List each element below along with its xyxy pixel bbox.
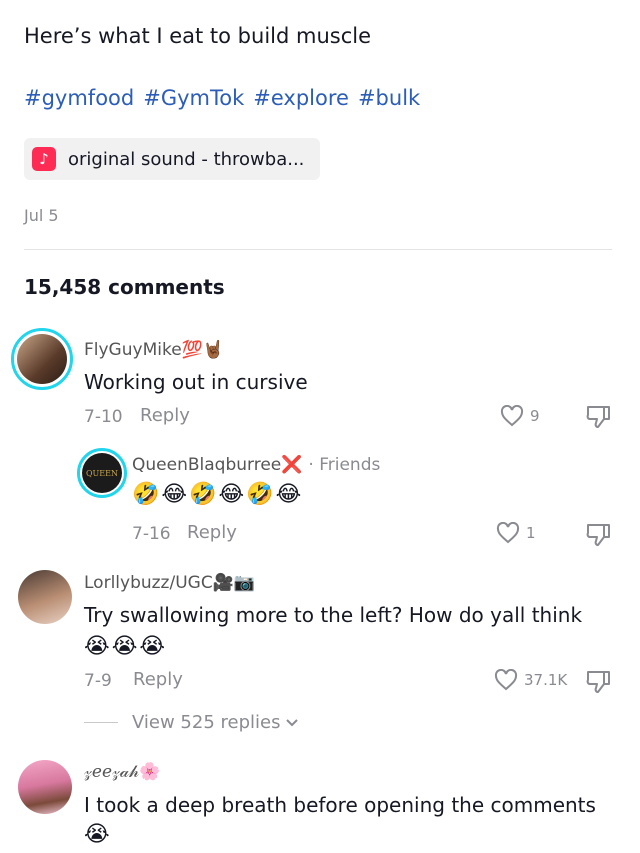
comment-date: 7-16: [132, 524, 171, 544]
avatar-image: QUEEN: [82, 453, 122, 493]
chevron-down-icon: [286, 718, 299, 726]
avatar[interactable]: [11, 328, 73, 390]
like-button[interactable]: 9: [500, 405, 540, 427]
comment-text: Working out in cursive: [84, 370, 308, 394]
heart-icon: [494, 669, 518, 691]
friends-tag: · Friends: [308, 455, 381, 475]
dislike-button[interactable]: [584, 404, 612, 430]
dislike-button[interactable]: [584, 522, 612, 548]
comment-username[interactable]: FlyGuyMike💯🤘🏾: [84, 340, 224, 360]
post-caption: Here’s what I eat to build muscle: [24, 24, 372, 48]
comment-username[interactable]: 𝓏𝑒𝑒𝓏𝒶𝒽🌸: [84, 762, 160, 782]
thumbs-down-icon: [586, 524, 610, 546]
comment-username[interactable]: Lorllybuzz/UGC🎥📷: [84, 573, 255, 593]
comment-date: 7-9: [84, 671, 112, 691]
view-replies-button[interactable]: View 525 replies: [84, 712, 300, 733]
comment-username[interactable]: QueenBlaqburree❌: [132, 455, 302, 475]
thumbs-down-icon: [586, 671, 610, 693]
avatar[interactable]: [18, 760, 72, 814]
comment-text: Try swallowing more to the left? How do …: [84, 603, 583, 627]
like-count: 1: [526, 524, 536, 542]
divider: [84, 722, 118, 723]
divider: [24, 249, 612, 250]
reply-button[interactable]: Reply: [140, 405, 190, 426]
like-button[interactable]: 1: [496, 522, 536, 544]
thumbs-down-icon: [586, 406, 610, 428]
dislike-button[interactable]: [584, 669, 612, 695]
hashtag-gymfood[interactable]: #gymfood: [24, 86, 134, 110]
sound-label: original sound - throwba...: [68, 148, 305, 170]
like-count: 9: [530, 407, 540, 425]
hashtags: #gymfood #GymTok #explore #bulk: [24, 86, 420, 110]
music-note-icon: ♪: [32, 147, 56, 171]
hashtag-gymtok[interactable]: #GymTok: [143, 86, 244, 110]
avatar-logo-text: QUEEN: [86, 468, 118, 478]
avatar[interactable]: QUEEN: [77, 448, 127, 498]
heart-icon: [500, 405, 524, 427]
comment-emoji: 😭: [84, 822, 112, 847]
reply-button[interactable]: Reply: [133, 669, 183, 690]
hashtag-explore[interactable]: #explore: [253, 86, 349, 110]
reply-button[interactable]: Reply: [187, 522, 237, 543]
comment-text: I took a deep breath before opening the …: [84, 793, 596, 817]
like-button[interactable]: 37.1K: [494, 669, 567, 691]
avatar-image: [17, 334, 67, 384]
post-date: Jul 5: [24, 206, 59, 225]
like-count: 37.1K: [524, 671, 568, 689]
heart-icon: [496, 522, 520, 544]
comment-text: 🤣😂🤣😂🤣😂: [132, 482, 304, 507]
reply-user-row: QueenBlaqburree❌ · Friends: [132, 455, 380, 475]
avatar[interactable]: [18, 570, 72, 624]
comment-emoji: 😭😭😭: [84, 634, 168, 659]
hashtag-bulk[interactable]: #bulk: [358, 86, 420, 110]
comments-count: 15,458 comments: [24, 275, 225, 299]
view-replies-label: View 525 replies: [132, 712, 281, 733]
sound-chip[interactable]: ♪ original sound - throwba...: [24, 138, 320, 180]
comment-date: 7-10: [84, 407, 123, 427]
